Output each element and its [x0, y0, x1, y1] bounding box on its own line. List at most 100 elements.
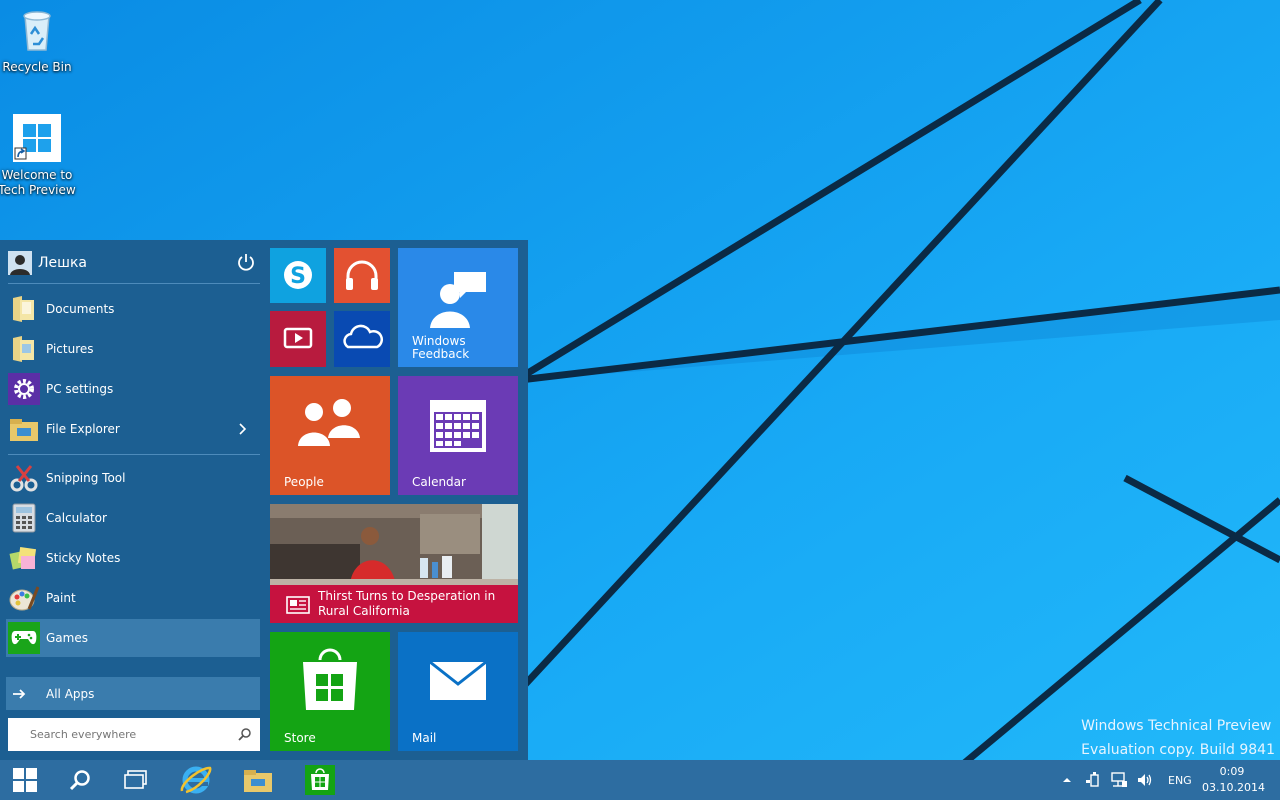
tile-label: People	[284, 475, 324, 489]
menu-item-label: Snipping Tool	[46, 471, 126, 485]
user-avatar-icon	[8, 251, 32, 275]
snipping-tool-icon	[8, 462, 40, 494]
all-apps-label: All Apps	[46, 686, 95, 701]
store-icon	[305, 765, 335, 795]
task-view-icon	[124, 770, 147, 789]
store-icon	[303, 648, 357, 710]
menu-item-paint[interactable]: Paint	[6, 579, 260, 617]
menu-item-calculator[interactable]: Calculator	[6, 499, 260, 537]
search-input[interactable]	[28, 727, 232, 742]
menu-item-label: Paint	[46, 591, 76, 605]
calculator-icon	[8, 502, 40, 534]
search-taskbar-button[interactable]	[55, 760, 105, 800]
start-menu: Лешка Documents Pictures PC settings Fil…	[0, 240, 528, 760]
search-icon[interactable]	[238, 727, 252, 741]
store-taskbar-button[interactable]	[295, 760, 345, 800]
chevron-up-icon[interactable]	[1060, 773, 1074, 787]
menu-item-sticky-notes[interactable]: Sticky Notes	[6, 539, 260, 577]
tile-label: Mail	[412, 731, 437, 745]
file-explorer-icon	[244, 770, 272, 792]
menu-item-label: Calculator	[46, 511, 107, 525]
welcome-tech-preview-label: Welcome to Tech Preview	[0, 168, 76, 197]
gear-icon	[8, 373, 40, 405]
news-headline: Thirst Turns to Desperation in Rural Cal…	[318, 589, 496, 618]
task-view-button[interactable]	[111, 760, 161, 800]
video-icon	[283, 327, 313, 349]
search-icon	[69, 770, 90, 791]
volume-icon[interactable]	[1136, 771, 1154, 789]
calendar-icon	[430, 400, 486, 452]
power-icon[interactable]	[236, 252, 256, 272]
taskbar: ENG 0:09 03.10.2014	[0, 760, 1280, 800]
clock-date: 03.10.2014	[1202, 781, 1265, 794]
watermark-line-1: Windows Technical Preview	[1081, 718, 1272, 734]
headphones-icon	[346, 260, 378, 290]
internet-explorer-button[interactable]	[171, 760, 221, 800]
recycle-bin-desktop-icon[interactable]: Recycle Bin	[0, 6, 77, 75]
chevron-right-icon[interactable]	[236, 422, 250, 436]
user-account-row[interactable]: Лешка	[8, 248, 260, 278]
internet-explorer-icon	[180, 766, 212, 794]
welcome-tech-preview-desktop-icon[interactable]: Welcome to Tech Preview	[0, 114, 77, 198]
search-box[interactable]	[8, 718, 260, 751]
menu-item-documents[interactable]: Documents	[6, 290, 260, 328]
menu-item-file-explorer[interactable]: File Explorer	[6, 410, 260, 448]
mail-tile[interactable]: Mail	[398, 632, 518, 751]
menu-item-label: PC settings	[46, 382, 114, 396]
file-explorer-taskbar-button[interactable]	[233, 760, 283, 800]
menu-item-snipping-tool[interactable]: Snipping Tool	[6, 459, 260, 497]
calendar-tile[interactable]: Calendar	[398, 376, 518, 495]
windows-logo-shortcut-icon	[13, 114, 61, 162]
video-tile[interactable]	[270, 311, 326, 367]
menu-item-pictures[interactable]: Pictures	[6, 330, 260, 368]
news-headline-bar: Thirst Turns to Desperation in Rural Cal…	[270, 585, 518, 623]
menu-item-label: File Explorer	[46, 422, 120, 436]
user-name: Лешка	[38, 255, 87, 271]
menu-item-pc-settings[interactable]: PC settings	[6, 370, 260, 408]
all-apps-button[interactable]: All Apps	[6, 677, 260, 710]
mail-icon	[429, 660, 487, 700]
news-tile[interactable]: Thirst Turns to Desperation in Rural Cal…	[270, 504, 518, 623]
menu-item-label: Games	[46, 631, 88, 645]
system-tray: ENG	[1060, 760, 1200, 800]
menu-item-label: Documents	[46, 302, 115, 316]
separator	[8, 454, 260, 455]
cloud-icon	[343, 324, 384, 349]
folder-icon	[8, 333, 40, 365]
store-tile[interactable]: Store	[270, 632, 390, 751]
onedrive-tile[interactable]	[334, 311, 390, 367]
recycle-bin-label: Recycle Bin	[2, 60, 72, 74]
menu-item-label: Sticky Notes	[46, 551, 121, 565]
start-button[interactable]	[0, 760, 50, 800]
tile-label: Calendar	[412, 475, 466, 489]
feedback-icon	[430, 272, 486, 328]
folder-icon	[8, 293, 40, 325]
windows-logo-icon	[13, 768, 37, 792]
sticky-notes-icon	[8, 542, 40, 574]
clock-time: 0:09	[1219, 765, 1245, 778]
people-icon	[298, 399, 360, 446]
music-tile[interactable]	[334, 248, 390, 303]
recycle-bin-icon	[23, 11, 51, 51]
start-menu-left-pane: Лешка Documents Pictures PC settings Fil…	[0, 240, 268, 760]
clock[interactable]: 0:09 03.10.2014	[1202, 764, 1265, 796]
people-tile[interactable]: People	[270, 376, 390, 495]
network-icon[interactable]	[1110, 771, 1128, 789]
windows-feedback-tile[interactable]: Windows Feedback	[398, 248, 518, 367]
language-indicator[interactable]: ENG	[1168, 774, 1192, 787]
tile-label: Windows Feedback	[412, 334, 470, 361]
news-photo	[270, 504, 518, 585]
games-icon	[8, 622, 40, 654]
skype-tile[interactable]: S	[270, 248, 326, 303]
separator	[8, 283, 260, 284]
svg-text:S: S	[290, 264, 306, 289]
power-plug-icon[interactable]	[1086, 771, 1102, 789]
news-icon	[286, 596, 310, 614]
menu-item-games[interactable]: Games	[6, 619, 260, 657]
watermark-line-2: Evaluation copy. Build 9841	[1081, 742, 1275, 758]
evaluation-watermark: Windows Technical Preview Evaluation cop…	[1081, 714, 1275, 762]
menu-item-label: Pictures	[46, 342, 94, 356]
arrow-right-icon	[13, 688, 26, 699]
paint-icon	[8, 582, 40, 614]
skype-icon: S	[284, 261, 312, 289]
